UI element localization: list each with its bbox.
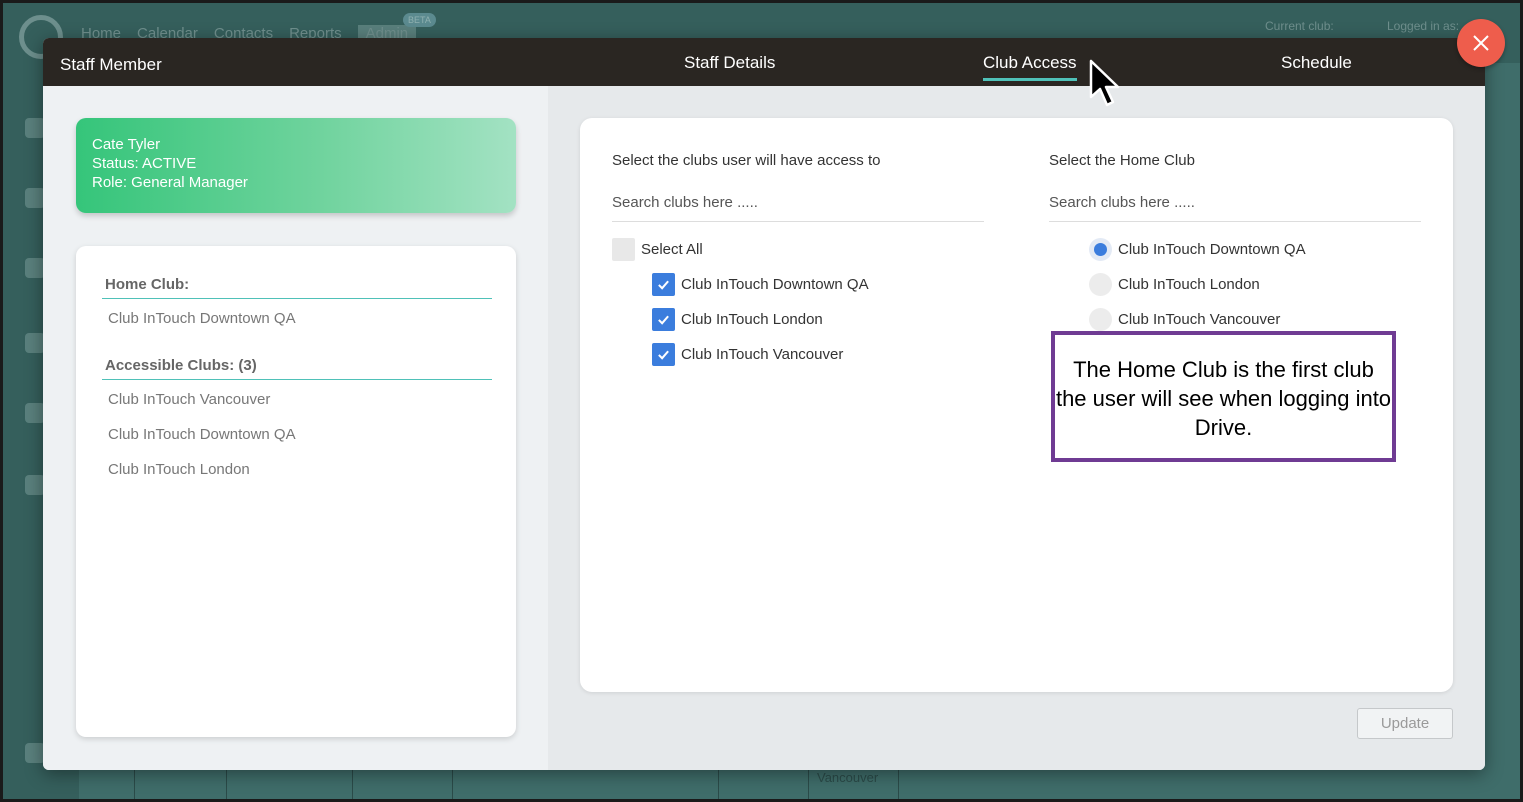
home-club-radio-row[interactable]: Club InTouch London xyxy=(1089,273,1260,296)
calendar-icon xyxy=(25,258,45,278)
home-club-radio[interactable] xyxy=(1089,238,1112,261)
accessible-club-item: Club InTouch Downtown QA xyxy=(108,426,296,443)
accessible-clubs-heading: Accessible Clubs: (3) xyxy=(102,357,492,380)
club-info-card: Home Club: Club InTouch Downtown QA Acce… xyxy=(76,246,516,737)
home-club-search-input[interactable] xyxy=(1049,184,1421,222)
home-club-value: Club InTouch Downtown QA xyxy=(108,310,296,327)
clubs-search-input[interactable] xyxy=(612,184,984,222)
checkmark-icon xyxy=(658,350,669,360)
checkmark-icon xyxy=(658,280,669,290)
club-checkbox-row[interactable]: Club InTouch Vancouver xyxy=(652,343,843,366)
club-checkbox[interactable] xyxy=(652,343,675,366)
clubs-access-label: Select the clubs user will have access t… xyxy=(612,152,881,169)
staff-name: Cate Tyler xyxy=(92,136,161,153)
home-club-heading: Home Club: xyxy=(102,276,492,299)
home-club-radio-row[interactable]: Club InTouch Vancouver xyxy=(1089,308,1280,331)
staff-summary-card: Cate Tyler Status: ACTIVE Role: General … xyxy=(76,118,516,213)
menu-icon xyxy=(25,743,45,763)
pencil-icon xyxy=(25,333,45,353)
staff-member-modal: Staff Member Staff Details Club Access S… xyxy=(43,38,1485,770)
bg-table-cell: Vancouver xyxy=(809,766,899,799)
home-club-radio-label: Club InTouch London xyxy=(1118,276,1260,293)
home-club-radio-label: Club InTouch Vancouver xyxy=(1118,311,1281,328)
logged-in-label: Logged in as: xyxy=(1387,19,1460,33)
staff-status: Status: ACTIVE xyxy=(92,155,197,172)
right-pane: Select the clubs user will have access t… xyxy=(548,86,1485,770)
close-button[interactable] xyxy=(1457,19,1505,67)
background-table: Vancouver xyxy=(83,765,1483,799)
tab-club-access[interactable]: Club Access xyxy=(983,53,1077,81)
search-icon xyxy=(25,118,45,138)
select-all-label: Select All xyxy=(641,241,703,258)
home-club-label: Select the Home Club xyxy=(1049,152,1195,169)
modal-title: Staff Member xyxy=(60,55,162,74)
select-all-checkbox-row[interactable]: Select All xyxy=(612,238,703,261)
tab-staff-details[interactable]: Staff Details xyxy=(684,53,775,73)
phone-icon xyxy=(25,403,45,423)
modal-header: Staff Member Staff Details Club Access S… xyxy=(43,38,1485,86)
club-checkbox[interactable] xyxy=(652,308,675,331)
tab-schedule[interactable]: Schedule xyxy=(1281,53,1352,73)
club-checkbox-label: Club InTouch Downtown QA xyxy=(681,276,869,293)
home-club-radio-label: Club InTouch Downtown QA xyxy=(1118,241,1306,258)
close-icon xyxy=(1473,35,1489,51)
club-checkbox-label: Club InTouch London xyxy=(681,311,823,328)
club-checkbox-label: Club InTouch Vancouver xyxy=(681,346,844,363)
home-club-radio[interactable] xyxy=(1089,273,1112,296)
left-pane: Cate Tyler Status: ACTIVE Role: General … xyxy=(43,86,548,770)
beta-badge: BETA xyxy=(403,13,436,27)
club-checkbox-row[interactable]: Club InTouch Downtown QA xyxy=(652,273,869,296)
user-icon xyxy=(25,188,45,208)
select-all-checkbox[interactable] xyxy=(612,238,635,261)
mouse-cursor-icon xyxy=(1089,59,1120,107)
refresh-icon xyxy=(25,475,45,495)
staff-role: Role: General Manager xyxy=(92,174,248,191)
checkmark-icon xyxy=(658,315,669,325)
club-checkbox-row[interactable]: Club InTouch London xyxy=(652,308,823,331)
update-button[interactable]: Update xyxy=(1357,708,1453,739)
current-club-label: Current club: xyxy=(1265,19,1334,33)
accessible-club-item: Club InTouch London xyxy=(108,461,250,478)
home-club-callout: The Home Club is the first club the user… xyxy=(1051,331,1396,462)
accessible-club-item: Club InTouch Vancouver xyxy=(108,391,271,408)
home-club-radio[interactable] xyxy=(1089,308,1112,331)
club-checkbox[interactable] xyxy=(652,273,675,296)
home-club-radio-row[interactable]: Club InTouch Downtown QA xyxy=(1089,238,1306,261)
